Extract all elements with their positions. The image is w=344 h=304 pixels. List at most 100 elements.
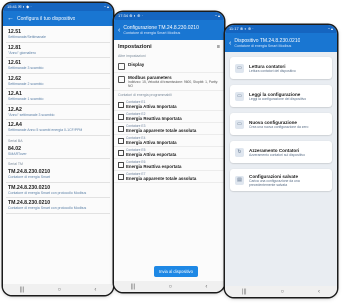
new-configuration-card[interactable]: ▭ Nuova configurazione Crea una nuova con… — [230, 113, 332, 135]
counter-name: Energia Attiva esportata — [126, 152, 177, 157]
checkbox-icon[interactable] — [118, 114, 124, 120]
recent-apps-icon[interactable]: ||| — [131, 284, 136, 290]
list-item[interactable]: 12.A2 "Anno" settimanale 3 scambio — [6, 105, 110, 120]
card-desc: Crea una nuova configurazione da zero — [249, 124, 309, 129]
list-item[interactable]: 12.61 Settimanale 3 scambio — [6, 58, 110, 74]
status-signal: ◔ ▴ — [103, 4, 109, 9]
status-signal: ◔ ▴ — [327, 26, 333, 31]
counter-name: Energia apparente totale assoluta — [126, 176, 197, 181]
read-counters-card[interactable]: ▭ Lettura contatori Lettura contatori del… — [230, 57, 332, 79]
item-desc: "Anno" giornaliero — [8, 50, 36, 55]
page-title: Configura il tuo dispositivo — [17, 15, 76, 22]
checkbox-icon[interactable] — [118, 102, 124, 108]
list-item[interactable]: 12.51 Settimanale/Settimanale — [6, 27, 110, 43]
page-subtitle: Contatore di energia Smart Modbus — [123, 31, 181, 35]
section-header: Serial TM — [8, 162, 23, 166]
section-header: Serial BA — [8, 138, 23, 143]
item-desc: Contatore di energia Smart con protocoll… — [8, 206, 87, 210]
checkbox-icon[interactable] — [118, 174, 124, 180]
card-desc: Lettura contatori del dispositivo — [249, 68, 296, 73]
counter-row[interactable]: Contatore E6 Energia Reattiva esportata — [114, 159, 224, 171]
system-nav-bar: ||| ○ ‹ — [3, 284, 113, 295]
saved-configurations-card[interactable]: ▤ Configurazioni salvate Carica una confi… — [230, 169, 332, 191]
list-item[interactable]: 12.A1 Settimanale 1 scambio — [6, 89, 110, 105]
back-icon[interactable]: ‹ — [94, 287, 96, 293]
list-item[interactable]: 12.81 "Anno" giornaliero — [6, 43, 110, 58]
card-desc: Azzeramento contatori sul dispositivo — [249, 152, 305, 157]
read-configuration-card[interactable]: ▭ Leggi la configurazione Leggi la config… — [230, 85, 332, 107]
action-list: ▭ Lettura contatori Lettura contatori del… — [225, 52, 337, 286]
counter-row[interactable]: Contatore E4 Energia Attiva Importata — [114, 135, 224, 147]
counter-name: Energia Reattiva esportata — [126, 164, 182, 169]
list-item[interactable]: 12.A4 Settimanale Anno 5 scambi energia 0… — [6, 120, 110, 136]
item-desc: "Anno" settimanale 3 scambio — [8, 112, 55, 117]
section-header: Altre impostazioni — [118, 54, 146, 58]
status-signal: ◔ ▴ — [214, 13, 220, 18]
home-icon[interactable]: ○ — [169, 284, 173, 290]
counter-row[interactable]: Contatore E2 Energia Reattiva Importata — [114, 111, 224, 123]
phone-screen-device-actions: 11:17 ⊗ ◐ ⊕ · ◔ ▴ ‹ Dispositivo TM.24.8.… — [225, 25, 337, 297]
back-icon[interactable]: ‹ — [205, 284, 207, 290]
app-bar: ‹ Configurazione TM.24.8.230.0210 Contat… — [114, 20, 224, 40]
back-arrow-icon[interactable]: ‹ — [229, 40, 231, 47]
status-time: 15:41 — [7, 4, 18, 9]
checkbox-icon[interactable] — [118, 138, 124, 144]
counter-row[interactable]: Contatore E5 Energia Attiva esportata — [114, 147, 224, 159]
modbus-icon — [118, 76, 125, 83]
settings-heading: Impostazioni ≡ — [114, 40, 224, 52]
recent-apps-icon[interactable]: ||| — [242, 289, 247, 295]
home-icon[interactable]: ○ — [281, 289, 285, 295]
list-item[interactable]: TM.24.8.230.0210 Contatore di energia Sma… — [6, 167, 110, 183]
home-icon[interactable]: ○ — [58, 287, 62, 293]
reset-icon: ↻ — [235, 147, 244, 157]
status-bar: 11:17 ⊗ ◐ ⊕ · ◔ ▴ — [225, 25, 337, 33]
new-config-icon: ▭ — [235, 119, 244, 129]
checkbox-icon[interactable] — [118, 150, 124, 156]
phone-screen-configure-device: 15:41 ✉ ◐ ◆ · ◔ ▴ ← Configura il tuo dis… — [3, 3, 113, 295]
counter-row[interactable]: Contatore E7 Energia apparente totale ass… — [114, 171, 224, 183]
display-label: Display — [128, 62, 145, 67]
back-arrow-icon[interactable]: ← — [7, 15, 14, 22]
display-setting[interactable]: Display — [114, 60, 224, 73]
status-bar: 17:34 ⊗ ◐ ⊕ · ◔ ▴ — [114, 12, 224, 20]
status-time: 11:17 — [229, 26, 239, 31]
counter-row[interactable]: Contatore E1 Energia Attiva Importata — [114, 99, 224, 111]
back-icon[interactable]: ‹ — [318, 289, 320, 295]
counter-icon: ▭ — [235, 63, 244, 73]
back-arrow-icon[interactable]: ‹ — [118, 27, 120, 34]
recent-apps-icon[interactable]: ||| — [20, 287, 25, 293]
app-bar: ← Configura il tuo dispositivo — [3, 11, 113, 26]
list-item[interactable]: TM.24.8.230.0210 Contatore di energia Sma… — [6, 183, 110, 198]
counter-name: Energia apparente totale assoluta — [126, 128, 197, 133]
modbus-setting[interactable]: Modbus parameters Indirizzo: 15, Velocit… — [114, 73, 224, 91]
display-icon — [118, 63, 125, 70]
card-title: Leggi la configurazione — [249, 91, 301, 97]
modbus-desc: Indirizzo: 15, Velocità di trasmissione:… — [128, 80, 219, 88]
item-desc: Contatore di energia Smart — [8, 175, 51, 179]
item-desc: Settimanale Anno 5 scambi energia 0-1CF/… — [8, 128, 83, 132]
counter-row[interactable]: Contatore E3 Energia apparente totale ass… — [114, 123, 224, 135]
card-desc: Leggi la configurazione del dispositivo — [249, 96, 307, 101]
card-desc: Carica una configurazione da una precede… — [249, 178, 300, 187]
system-nav-bar: ||| ○ ‹ — [114, 281, 224, 292]
list-item[interactable]: 84.02 SMARTover — [6, 144, 110, 159]
checkbox-icon[interactable] — [118, 162, 124, 168]
read-config-icon: ▭ — [235, 91, 244, 101]
phone-screen-configuration: 17:34 ⊗ ◐ ⊕ · ◔ ▴ ‹ Configurazione TM.24… — [114, 12, 224, 292]
status-icons: ⊗ ◐ ⊕ · — [239, 26, 254, 31]
item-desc: Settimanale/Settimanale — [8, 35, 46, 39]
status-time: 17:34 — [118, 13, 129, 18]
page-subtitle: Contatore di energia Smart Modbus — [234, 44, 292, 48]
counter-name: Energia Attiva Importata — [126, 140, 177, 145]
send-to-device-button[interactable]: Invia al dispositivo — [154, 266, 198, 277]
reset-counters-card[interactable]: ↻ Azzeramento Contatori Azzeramento conta… — [230, 141, 332, 163]
menu-icon[interactable]: ≡ — [217, 44, 220, 50]
list-item[interactable]: TM.24.8.230.0210 Contatore di energia Sma… — [6, 198, 110, 214]
system-nav-bar: ||| ○ ‹ — [225, 286, 337, 297]
section-header: Contatori di energia programmabili — [118, 93, 172, 97]
status-bar: 15:41 ✉ ◐ ◆ · ◔ ▴ — [3, 3, 113, 11]
saved-config-icon: ▤ — [235, 175, 244, 185]
checkbox-icon[interactable] — [118, 126, 124, 132]
list-item[interactable]: 12.62 Settimanale 2 scambio — [6, 74, 110, 89]
item-desc: Settimanale 2 scambio — [8, 81, 44, 86]
